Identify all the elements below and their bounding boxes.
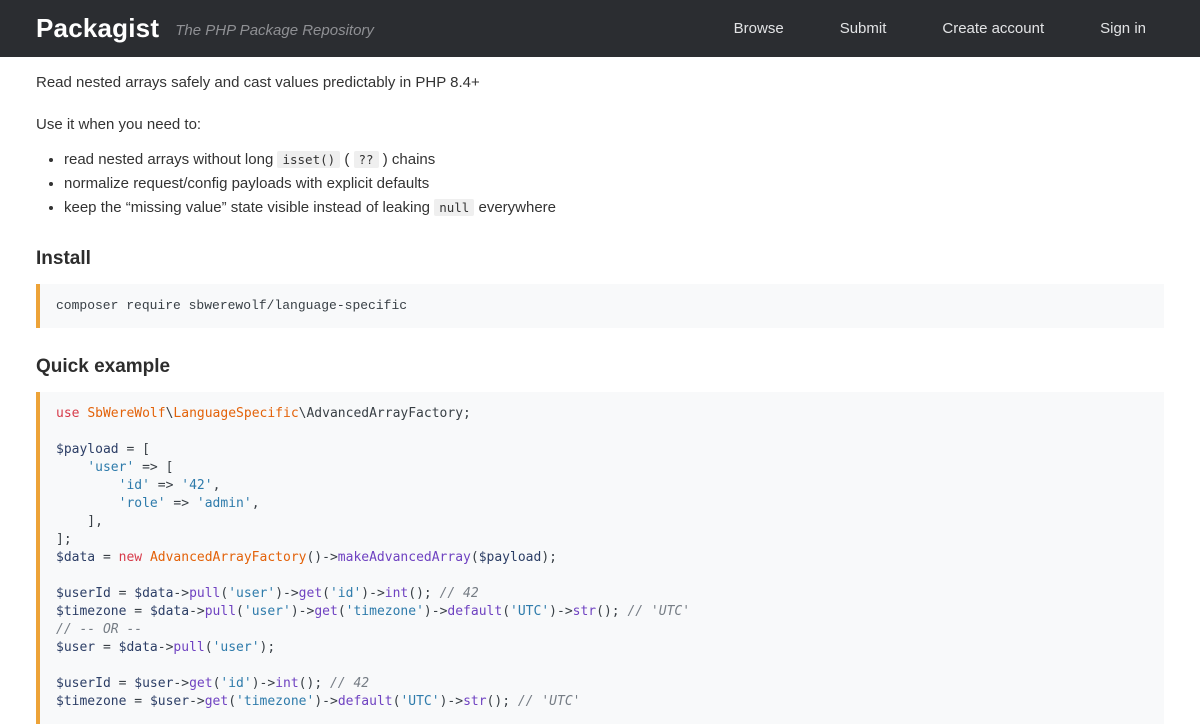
install-code-block: composer require sbwerewolf/language-spe… [36, 284, 1164, 328]
packagist-logo[interactable]: Packagist [36, 13, 159, 44]
code-line: ]; [56, 531, 1148, 549]
code-line [56, 567, 1148, 585]
code-line: use SbWereWolf\LanguageSpecific\Advanced… [56, 405, 1148, 423]
inline-code: ?? [354, 151, 379, 168]
code-line: $userId = $data->pull('user')->get('id')… [56, 585, 1148, 603]
readme-content: Read nested arrays safely and cast value… [0, 73, 1200, 724]
main-nav: Browse Submit Create account Sign in [734, 20, 1164, 37]
nav-item-browse[interactable]: Browse [734, 20, 784, 37]
code-line: 'id' => '42', [56, 477, 1148, 495]
code-line [56, 423, 1148, 441]
code-line: $payload = [ [56, 441, 1148, 459]
code-line: $timezone = $data->pull('user')->get('ti… [56, 603, 1148, 621]
intro-paragraph: Read nested arrays safely and cast value… [36, 73, 1164, 93]
header: Packagist The PHP Package Repository Bro… [0, 0, 1200, 57]
code-line: $data = new AdvancedArrayFactory()->make… [56, 549, 1148, 567]
list-item: read nested arrays without long isset() … [64, 148, 1164, 172]
code-line: $user = $data->pull('user'); [56, 639, 1148, 657]
inline-code: null [434, 199, 474, 216]
use-when-paragraph: Use it when you need to: [36, 115, 1164, 135]
use-case-list: read nested arrays without long isset() … [36, 148, 1164, 220]
code-line: // -- OR -- [56, 621, 1148, 639]
code-line: 'user' => [ [56, 459, 1148, 477]
nav-item-sign-in[interactable]: Sign in [1100, 20, 1146, 37]
inline-code: isset() [277, 151, 340, 168]
code-line: ], [56, 513, 1148, 531]
code-line: 'role' => 'admin', [56, 495, 1148, 513]
install-heading: Install [36, 247, 1164, 271]
tagline: The PHP Package Repository [175, 22, 374, 39]
example-code-block: use SbWereWolf\LanguageSpecific\Advanced… [36, 392, 1164, 724]
list-item: keep the “missing value” state visible i… [64, 196, 1164, 220]
nav-item-create-account[interactable]: Create account [942, 20, 1044, 37]
nav-item-submit[interactable]: Submit [840, 20, 887, 37]
code-line: $userId = $user->get('id')->int(); // 42 [56, 675, 1148, 693]
code-line [56, 657, 1148, 675]
code-line: $timezone = $user->get('timezone')->defa… [56, 693, 1148, 711]
list-item: normalize request/config payloads with e… [64, 172, 1164, 196]
quick-example-heading: Quick example [36, 355, 1164, 379]
install-command: composer require sbwerewolf/language-spe… [56, 298, 407, 313]
